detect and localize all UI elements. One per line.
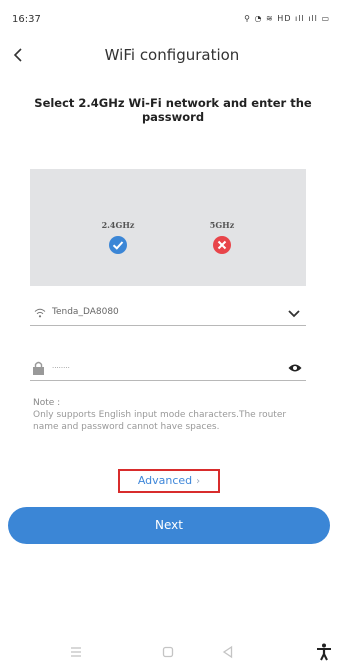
- wifi-icon: [34, 308, 46, 318]
- accessibility-icon[interactable]: [314, 642, 334, 662]
- band-5ghz: 5GHz: [192, 220, 252, 254]
- note-text: Only supports English input mode charact…: [33, 410, 287, 432]
- band-label-2-4ghz: 2.4GHz: [101, 220, 135, 230]
- menu-icon[interactable]: [66, 642, 86, 662]
- band-2-4ghz: 2.4GHz: [88, 220, 148, 254]
- advanced-button[interactable]: Advanced ›: [118, 469, 220, 493]
- status-time: 16:37: [12, 14, 41, 25]
- next-button[interactable]: Next: [8, 507, 330, 544]
- lock-icon: [33, 361, 44, 375]
- advanced-label: Advanced: [137, 474, 193, 487]
- chevron-right-icon: ›: [196, 476, 201, 487]
- note-title: Note :: [33, 398, 61, 408]
- page-title: WiFi configuration: [104, 46, 240, 64]
- next-label: Next: [155, 518, 183, 532]
- instruction-text: Select 2.4GHz Wi-Fi network and enter th…: [34, 96, 312, 124]
- band-illustration: 2.4GHz 5GHz: [30, 169, 306, 286]
- nav-back-icon[interactable]: [218, 642, 238, 662]
- eye-icon[interactable]: [288, 363, 302, 373]
- band-label-5ghz: 5GHz: [209, 220, 235, 230]
- check-icon: [109, 236, 127, 254]
- home-icon[interactable]: [158, 642, 178, 662]
- ssid-value: Tenda_DA8080: [52, 307, 119, 317]
- password-value: ........: [52, 362, 70, 370]
- password-field[interactable]: ........: [30, 358, 306, 381]
- chevron-down-icon[interactable]: [288, 309, 300, 319]
- status-bar: 16:37 ⚲ ◔ ≋ HD ıll ıll ▭: [0, 0, 344, 36]
- status-icons: ⚲ ◔ ≋ HD ıll ıll ▭: [244, 14, 330, 23]
- navigation-bar: [0, 636, 344, 668]
- cross-icon: [213, 236, 231, 254]
- wifi-select[interactable]: Tenda_DA8080: [30, 303, 306, 326]
